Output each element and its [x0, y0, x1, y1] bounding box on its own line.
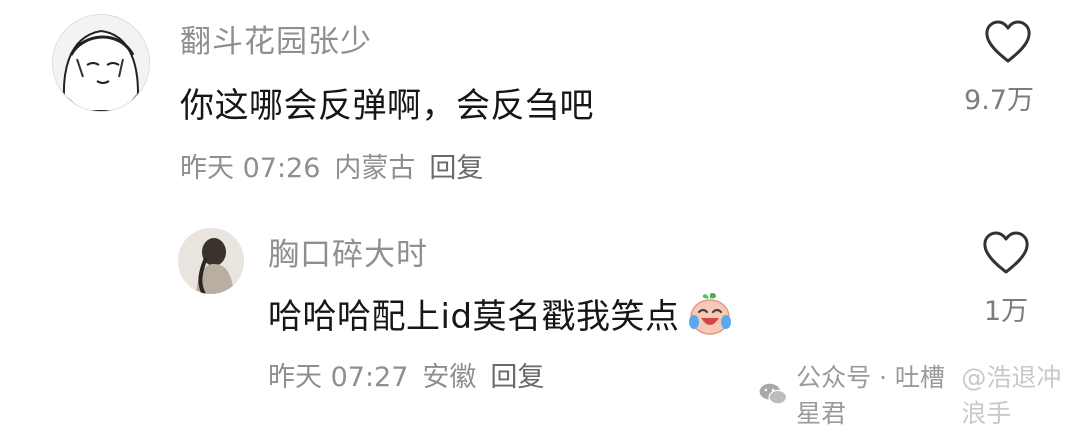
comment-location: 内蒙古 [334, 153, 416, 184]
comment-text: 哈哈哈配上id莫名戳我笑点 [268, 297, 680, 337]
watermark-account: 公众号 · 吐槽星君 [796, 363, 945, 428]
username[interactable]: 翻斗花园张少 [180, 16, 372, 61]
comment-meta: 昨天 07:27 安徽 回复 [268, 355, 544, 394]
heart-icon[interactable] [982, 231, 1030, 275]
like-count: 9.7万 [964, 85, 1034, 116]
heart-icon[interactable] [984, 20, 1032, 64]
avatar[interactable] [52, 14, 150, 112]
reply-button[interactable]: 回复 [490, 355, 544, 394]
comment-item: 翻斗花园张少 你这哪会反弹啊，会反刍吧 昨天 07:26 内蒙古 回复 9.7万 [0, 0, 1080, 200]
comment-location: 安徽 [422, 362, 477, 393]
photo-avatar-icon [178, 228, 244, 294]
anime-girl-avatar-icon [53, 15, 149, 111]
comment-meta: 昨天 07:26 内蒙古 回复 [180, 146, 483, 185]
comment-text: 你这哪会反弹啊，会反刍吧 [180, 86, 594, 126]
comment-text-row: 哈哈哈配上id莫名戳我笑点 [268, 289, 734, 338]
comment-time: 昨天 07:26 [180, 153, 321, 184]
reply-button[interactable]: 回复 [429, 146, 483, 185]
username[interactable]: 胸口碎大时 [268, 229, 428, 274]
comment-time: 昨天 07:27 [268, 362, 409, 393]
avatar[interactable] [178, 228, 244, 294]
like-button[interactable]: 9.7万 [964, 20, 1048, 117]
like-count: 1万 [983, 296, 1029, 327]
watermark: 公众号 · 吐槽星君 @浩退冲浪手 [758, 358, 1080, 430]
wechat-icon [759, 383, 788, 405]
like-button[interactable]: 1万 [966, 231, 1046, 328]
laughing-tears-emoji-icon [688, 292, 731, 335]
watermark-overlay: @浩退冲浪手 [961, 363, 1062, 428]
